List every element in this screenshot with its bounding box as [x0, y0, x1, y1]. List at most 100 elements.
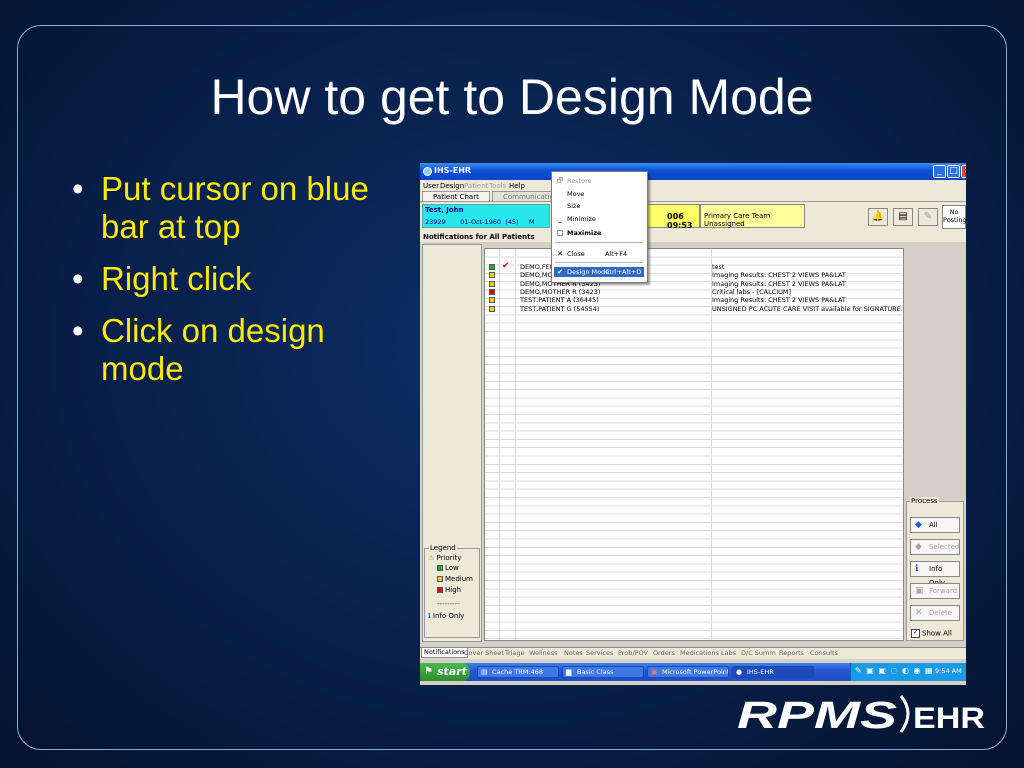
window-title: IHS-EHR — [434, 166, 472, 175]
table-row[interactable]: DEMO,MOTHER R (3423) Imaging Results: CHE… — [485, 280, 903, 288]
tab-medications[interactable]: Medications — [680, 649, 719, 658]
legend-info-label: Info Only — [432, 612, 465, 620]
legend-info-only: ℹ Info Only — [428, 612, 464, 620]
logo-bracket — [899, 695, 910, 733]
process-all-button[interactable]: ◆ All — [910, 517, 960, 533]
task-cache-trm[interactable]: ▤ Cache TRM:468 — [477, 666, 559, 678]
menu-item-minimize[interactable]: _ Minimize — [554, 214, 644, 224]
windows-flag-icon: ⚑ — [424, 666, 433, 677]
maximize-window-button[interactable]: □ — [947, 165, 960, 178]
bullet-item: • Click on design mode — [72, 312, 402, 388]
menu-item-shortcut: Ctrl+Alt+D — [605, 268, 642, 276]
menu-patient[interactable]: Patient — [464, 182, 488, 190]
patient-header: Test, John 23929 01-Oct-1960 (45) M 006 … — [420, 201, 966, 232]
process-delete-button[interactable]: ✕ Delete — [910, 605, 960, 621]
globe-icon: ● — [736, 668, 743, 676]
process-forward-button[interactable]: ▣ Forward — [910, 583, 960, 599]
tab-prob-pov[interactable]: Prob/POV — [618, 649, 648, 658]
bullet-item: • Put cursor on blue bar at top — [72, 170, 402, 246]
table-row[interactable]: TEST,PATIENT G (54554) UNSIGNED PC ACUTE … — [485, 305, 903, 313]
notifications-header: Notifications for All Patients — [420, 232, 966, 242]
app-globe-icon — [423, 167, 432, 176]
process-selected-button[interactable]: ◆ Selected — [910, 539, 960, 555]
menu-item-restore[interactable]: 🗗 Restore — [554, 176, 644, 186]
table-row[interactable]: DEMO,MOT Imaging Results: CHEST 2 VIEWS P… — [485, 271, 903, 279]
diamond-icon: ◆ — [915, 542, 922, 552]
process-info-only-button[interactable]: ℹInfo Only — [910, 561, 960, 587]
menu-separator — [555, 262, 643, 263]
high-priority-icon — [437, 587, 443, 593]
rpms-ehr-logo: RPMS EHR — [737, 695, 985, 737]
task-ihs-ehr[interactable]: ● IHS-EHR — [732, 666, 814, 678]
bottom-tab-strip: Notifications Cover Sheet Triage Wellnes… — [420, 647, 966, 659]
slide-title: How to get to Design Mode — [210, 69, 814, 125]
process-delete-label: Delete — [929, 609, 952, 617]
visit-date: 006 09:53 — [667, 212, 693, 230]
notifications-grid[interactable]: ✔ DEMO,FEM test DEMO,MOT Imaging Results: CH… — [484, 248, 904, 641]
tab-orders[interactable]: Orders — [653, 649, 675, 658]
menu-user[interactable]: User — [423, 182, 439, 190]
tab-notes[interactable]: Notes — [564, 649, 583, 658]
menu-bar: User Design Patient Tools Help — [420, 180, 966, 191]
close-window-button[interactable]: ✕ — [961, 165, 966, 178]
menu-separator — [555, 242, 643, 243]
row-message: Imaging Results: CHEST 2 VIEWS PA&LAT — [712, 296, 846, 305]
menu-item-size[interactable]: Size — [554, 201, 644, 211]
process-title: Process — [910, 497, 939, 505]
legend-priority: ⚠ Priority — [428, 554, 461, 562]
notes-icon[interactable]: ✎ — [918, 208, 938, 226]
top-tab-strip: Patient Chart Communication — [420, 191, 966, 202]
minimize-window-button[interactable]: _ — [933, 165, 946, 178]
table-row[interactable]: DEMO,MOTHER R (3423) Critical labs - [CAL… — [485, 288, 903, 296]
show-all-checkbox[interactable]: ✓ Show All — [911, 629, 952, 638]
tab-notifications[interactable]: Notifications — [421, 648, 468, 658]
tray-icons[interactable]: ✎ ▣ ▣ ◌ ◐ ◉ ▦ — [855, 666, 934, 675]
bullet-dot: • — [72, 260, 84, 297]
menu-help[interactable]: Help — [509, 182, 525, 190]
tab-consults[interactable]: Consults — [810, 649, 838, 658]
show-all-label: Show All — [922, 629, 952, 638]
tab-dc-summ[interactable]: D/C Summ — [741, 649, 776, 658]
priority-flag-icon — [489, 280, 495, 287]
medium-priority-icon — [437, 576, 443, 582]
task-label: Microsoft PowerPoint ... — [662, 668, 729, 676]
legend-medium-label: Medium — [445, 575, 473, 583]
menu-item-label: Close — [567, 250, 585, 258]
patient-info: 23929 01-Oct-1960 (45) M — [425, 218, 535, 226]
row-patient: TEST,PATIENT A (36445) — [520, 296, 599, 305]
process-forward-label: Forward — [929, 587, 958, 595]
priority-flag-icon — [489, 272, 495, 279]
tab-services[interactable]: Services — [586, 649, 613, 658]
legend-divider: --------- — [437, 600, 460, 608]
tab-reports[interactable]: Reports — [779, 649, 804, 658]
window-title-bar[interactable]: IHS-EHR _ □ ✕ — [420, 163, 966, 180]
menu-item-maximize[interactable]: □ Maximize — [554, 228, 644, 238]
tab-wellness[interactable]: Wellness — [529, 649, 558, 658]
terminal-icon: ▤ — [481, 668, 488, 676]
menu-item-design-mode[interactable]: ✔ Design Mode Ctrl+Alt+D — [554, 267, 644, 277]
tab-labs[interactable]: Labs — [721, 649, 736, 658]
system-tray: ✎ ▣ ▣ ◌ ◐ ◉ ▦ 9:54 AM — [850, 663, 966, 681]
menu-tools[interactable]: Tools — [489, 182, 506, 190]
tab-cover-sheet[interactable]: Cover Sheet — [464, 649, 504, 658]
patient-selector[interactable]: Test, John 23929 01-Oct-1960 (45) M — [422, 204, 550, 228]
folder-icon: ▆ — [566, 668, 572, 676]
checkbox-checked-icon: ✓ — [911, 629, 920, 638]
tab-triage[interactable]: Triage — [505, 649, 525, 658]
allergy-icon[interactable]: ▤ — [893, 208, 913, 226]
reminder-bell-icon[interactable]: 🔔 — [868, 208, 888, 226]
menu-item-close[interactable]: ✕ Close Alt+F4 — [554, 249, 644, 259]
postings-button[interactable]: No Postings — [942, 205, 966, 229]
menu-design[interactable]: Design — [440, 182, 464, 190]
table-row[interactable]: ✔ DEMO,FEM test — [485, 261, 903, 271]
menu-item-move[interactable]: Move — [554, 189, 644, 199]
start-button[interactable]: ⚑ start — [420, 663, 470, 681]
bullet-dot: • — [72, 312, 84, 349]
table-row[interactable]: TEST,PATIENT A (36445) Imaging Results: C… — [485, 296, 903, 304]
care-team-selector[interactable]: Primary Care Team Unassigned — [700, 204, 805, 228]
diamond-icon: ◆ — [915, 520, 922, 530]
task-basic-class[interactable]: ▆ Basic Class — [562, 666, 644, 678]
powerpoint-icon: ▣ — [651, 668, 658, 676]
row-message: Imaging Results: CHEST 2 VIEWS PA&LAT — [712, 279, 846, 288]
task-powerpoint[interactable]: ▣ Microsoft PowerPoint ... — [647, 666, 729, 678]
